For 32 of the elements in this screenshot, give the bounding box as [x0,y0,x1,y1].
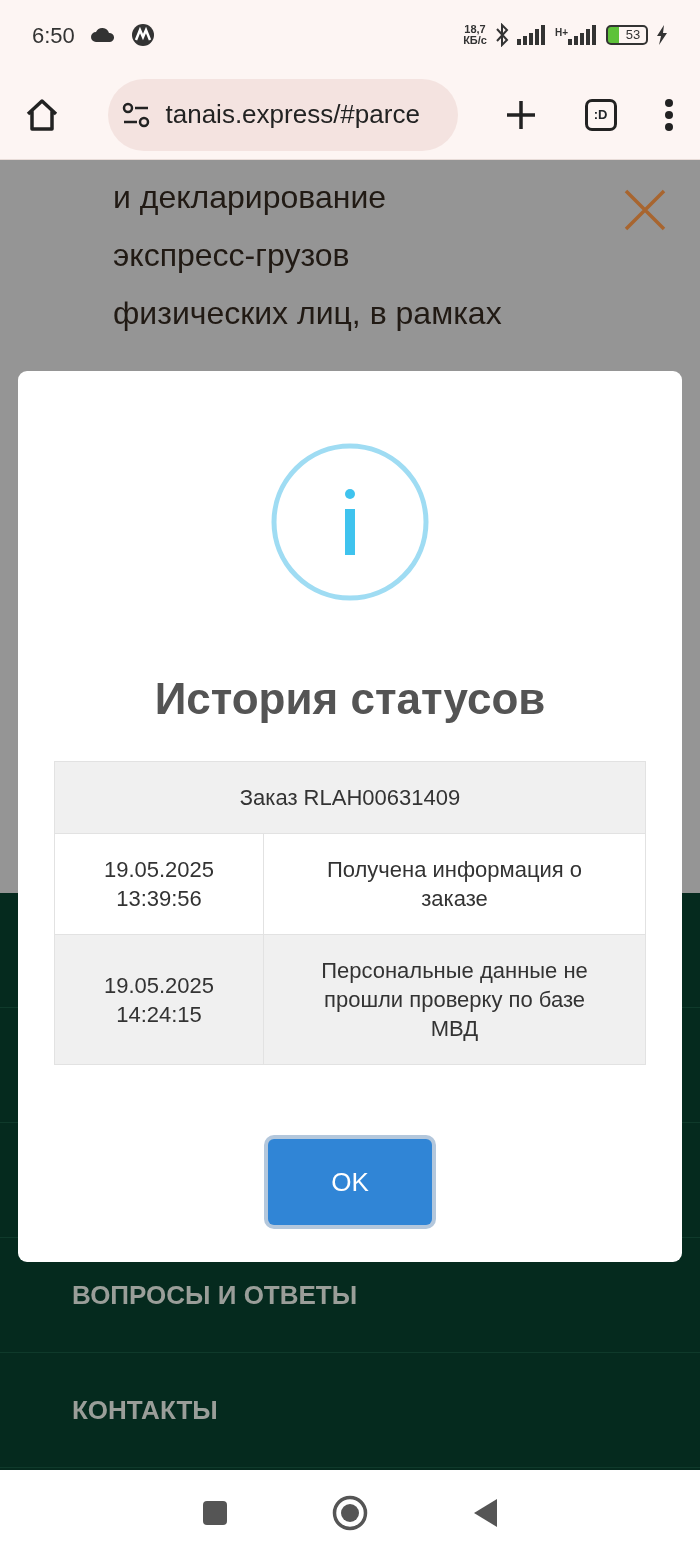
dialog-title: История статусов [153,673,547,725]
menu-icon[interactable] [664,98,674,131]
charging-icon [656,25,668,45]
app-logo-icon [130,23,155,47]
bluetooth-icon [494,23,509,47]
tab-switcher[interactable]: :D [584,98,617,131]
home-icon[interactable] [24,96,60,133]
table-cell: 19.05.2025 14:24:15 [54,934,264,1065]
table-cell: Получена информация о заказе [263,833,646,935]
page-text: физических лиц, в рамках [113,295,502,331]
menu-link[interactable]: ВОПРОСЫ И ОТВЕТЫ [72,1275,358,1315]
site-settings-icon[interactable] [121,101,150,128]
network-speed-unit: КБ/с [463,35,487,46]
table-cell: Заказ RLAH00631409 [54,761,646,834]
new-tab-icon[interactable] [505,98,537,131]
home-button-icon[interactable] [332,1495,368,1531]
battery-indicator: 53 [606,25,648,45]
network-type: H+ [554,26,568,40]
signal-icon [568,25,598,45]
back-icon[interactable] [472,1498,498,1528]
page-text: экспресс-грузов [113,237,350,273]
info-icon [271,443,429,601]
signal-icon [516,25,547,45]
recents-icon[interactable] [202,1500,228,1526]
page-text: и декларирование [113,179,387,215]
cloud-icon [90,28,115,42]
clock-time: 6:50 [32,21,75,50]
menu-link[interactable]: КОНТАКТЫ [72,1390,218,1430]
network-speed: 18,7 [464,24,486,35]
table-cell: 19.05.2025 13:39:56 [54,833,264,935]
table-cell: Персональные данные не прошли проверку по базе МВД [263,934,646,1065]
address-bar[interactable]: tanais.express/#parce [107,78,458,151]
